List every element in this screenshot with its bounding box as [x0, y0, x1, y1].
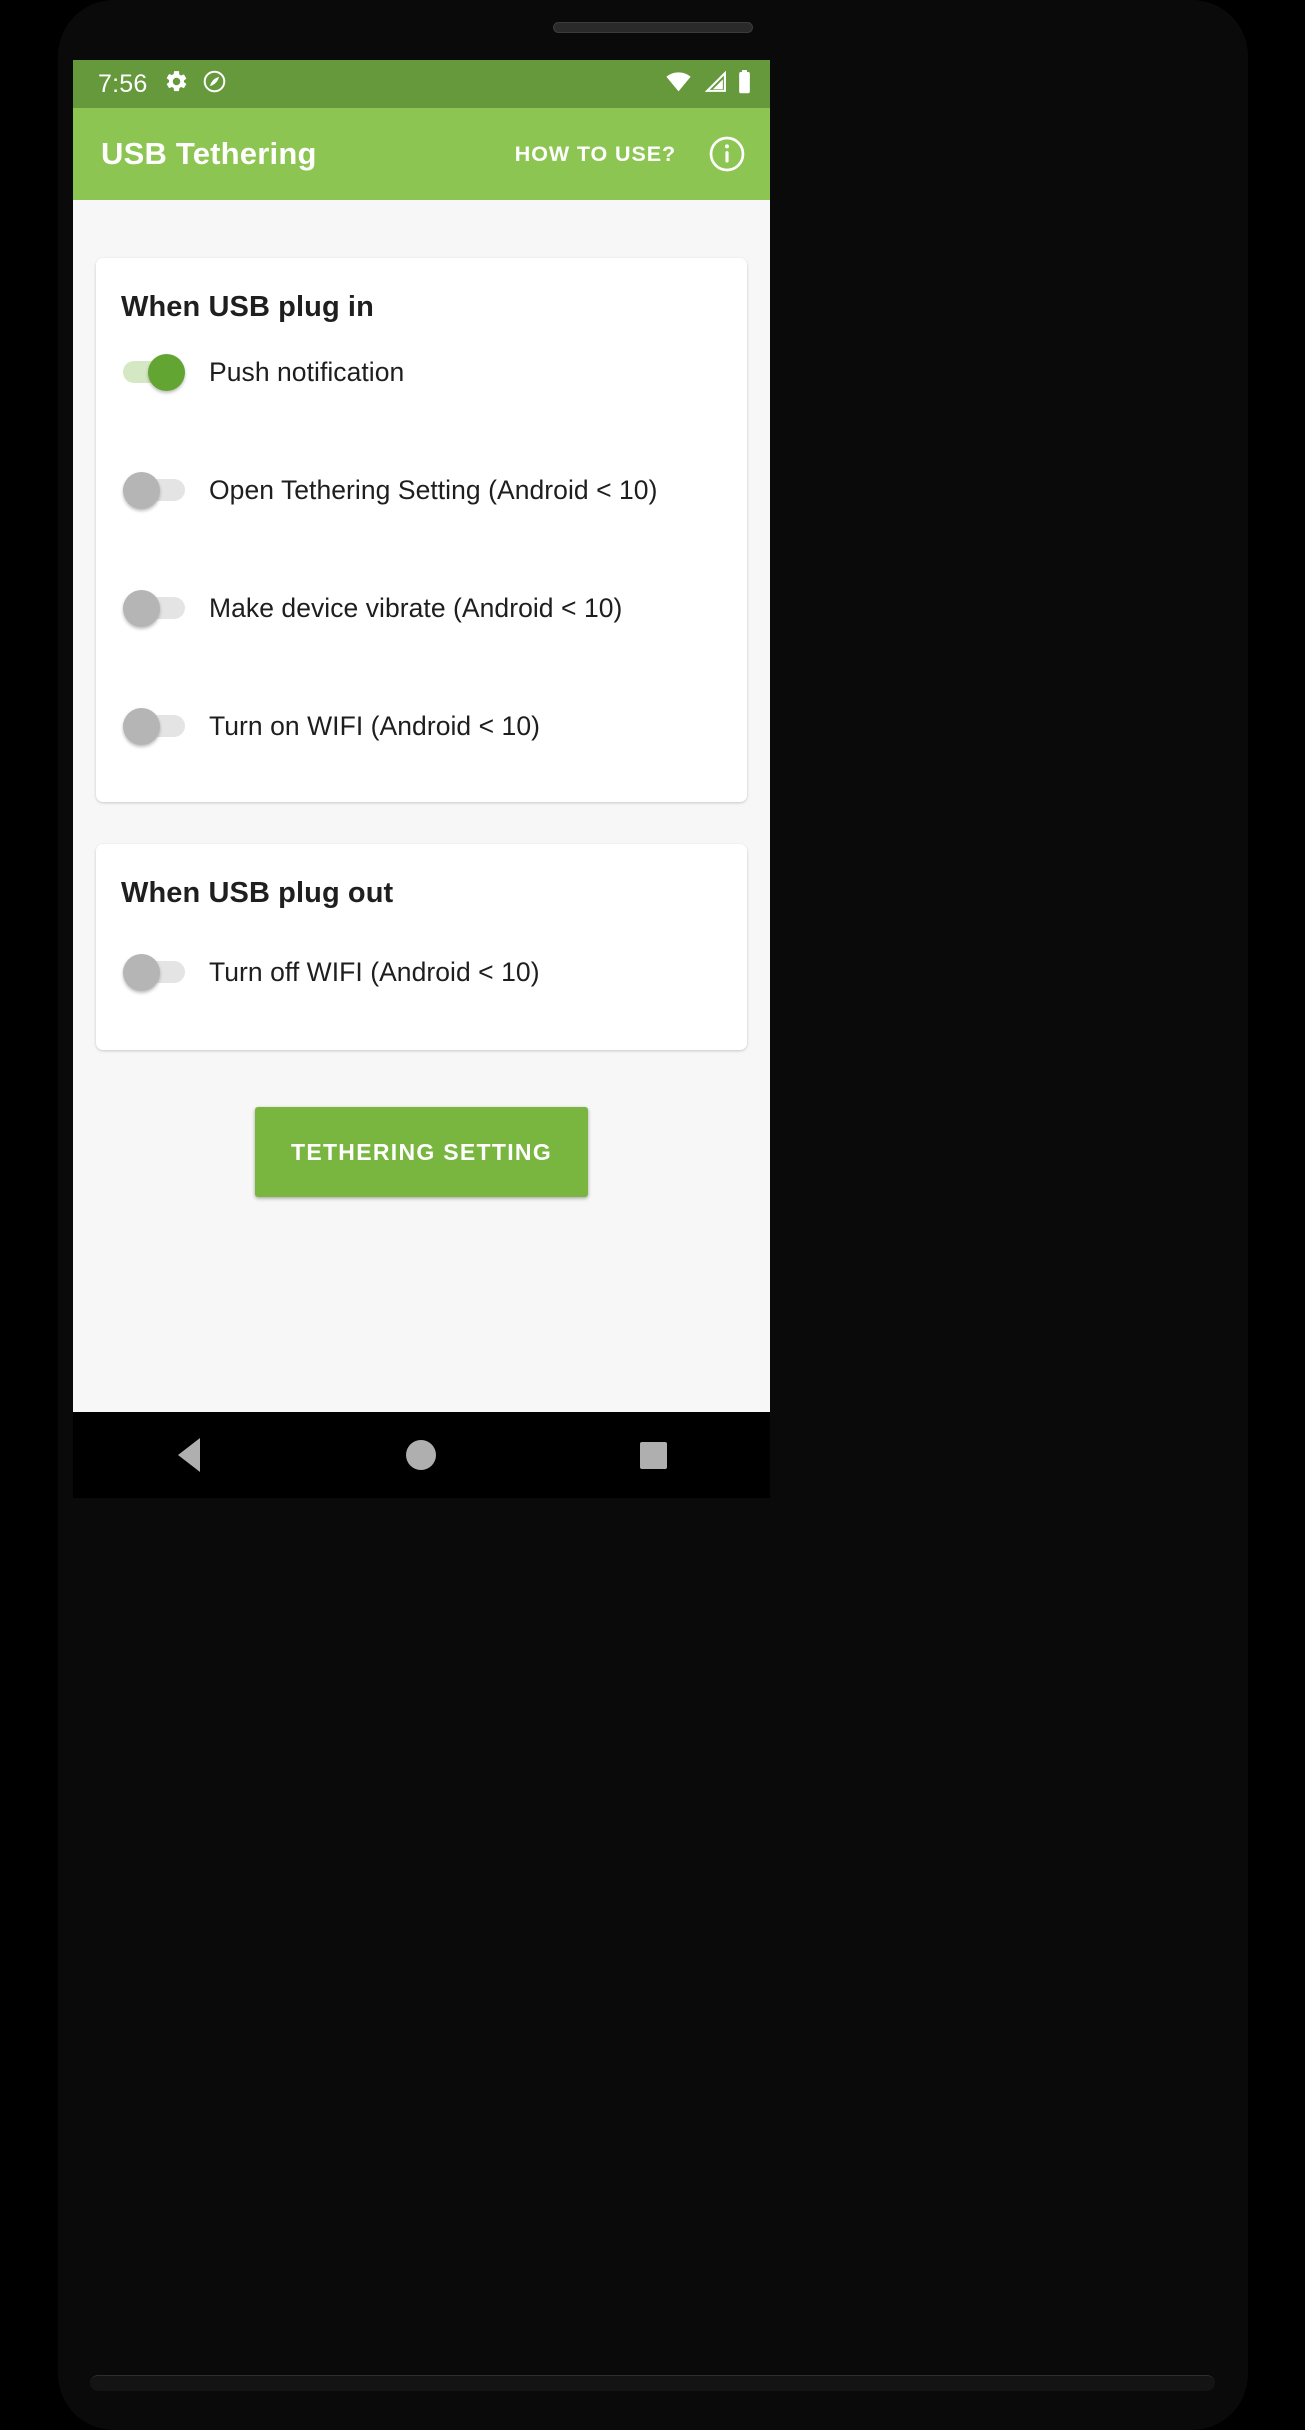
phone-screen: 7:56 USB Tethering HOW TO USE? When USB …: [73, 60, 770, 1412]
content-area: When USB plug in Push notification Open …: [73, 258, 770, 1412]
tethering-setting-button[interactable]: TETHERING SETTING: [255, 1107, 588, 1197]
earpiece-speaker-grille: [553, 22, 753, 33]
back-triangle-icon: [178, 1438, 201, 1472]
switch-label-open-tethering-setting: Open Tethering Setting (Android < 10): [209, 474, 658, 505]
wifi-icon: [665, 71, 692, 98]
switch-row-turn-off-wifi[interactable]: Turn off WIFI (Android < 10): [96, 924, 747, 1020]
card-title-plug-out: When USB plug out: [121, 877, 394, 909]
status-bar-clock: 7:56: [98, 69, 148, 98]
toggle-thumb: [148, 354, 185, 391]
bottom-speaker-grille: [90, 2375, 1215, 2391]
switch-row-make-device-vibrate[interactable]: Make device vibrate (Android < 10): [96, 560, 747, 656]
how-to-use-button[interactable]: HOW TO USE?: [507, 132, 684, 177]
cell-signal-icon: [702, 70, 727, 98]
toggle-thumb: [123, 708, 160, 745]
status-bar-notification-icons: [164, 69, 227, 99]
nav-back-button[interactable]: [146, 1412, 232, 1498]
status-bar-system-icons: [665, 69, 752, 99]
gear-icon: [164, 69, 189, 99]
toggle-thumb: [123, 472, 160, 509]
switch-label-make-device-vibrate: Make device vibrate (Android < 10): [209, 592, 623, 623]
battery-icon: [737, 69, 752, 99]
toggle-thumb: [123, 590, 160, 627]
page-title: USB Tethering: [101, 136, 317, 171]
card-when-usb-plug-out: When USB plug out Turn off WIFI (Android…: [96, 844, 747, 1050]
switch-row-turn-on-wifi[interactable]: Turn on WIFI (Android < 10): [96, 678, 747, 774]
primary-action-row: TETHERING SETTING: [96, 1107, 747, 1197]
card-when-usb-plug-in: When USB plug in Push notification Open …: [96, 258, 747, 802]
switch-row-push-notification[interactable]: Push notification: [96, 324, 747, 420]
recents-square-icon: [640, 1441, 668, 1469]
toggle-thumb: [123, 954, 160, 991]
nav-recents-button[interactable]: [611, 1412, 697, 1498]
app-bar: USB Tethering HOW TO USE?: [73, 108, 770, 200]
compass-icon: [202, 69, 227, 99]
switch-label-push-notification: Push notification: [209, 356, 405, 387]
device-frame: 7:56 USB Tethering HOW TO USE? When USB …: [0, 0, 1305, 2430]
toggle-turn-off-wifi[interactable]: [123, 954, 185, 991]
toggle-turn-on-wifi[interactable]: [123, 708, 185, 745]
info-circle-icon[interactable]: [706, 133, 748, 175]
card-title-plug-in: When USB plug in: [121, 291, 374, 323]
switch-row-open-tethering-setting[interactable]: Open Tethering Setting (Android < 10): [96, 442, 747, 538]
status-bar: 7:56: [73, 60, 770, 108]
home-circle-icon: [406, 1440, 437, 1470]
toggle-push-notification[interactable]: [123, 354, 185, 391]
nav-home-button[interactable]: [378, 1412, 464, 1498]
toggle-open-tethering-setting[interactable]: [123, 472, 185, 509]
android-navigation-bar: [73, 1412, 770, 1498]
toggle-make-device-vibrate[interactable]: [123, 590, 185, 627]
switch-label-turn-off-wifi: Turn off WIFI (Android < 10): [209, 956, 540, 987]
switch-label-turn-on-wifi: Turn on WIFI (Android < 10): [209, 710, 541, 741]
